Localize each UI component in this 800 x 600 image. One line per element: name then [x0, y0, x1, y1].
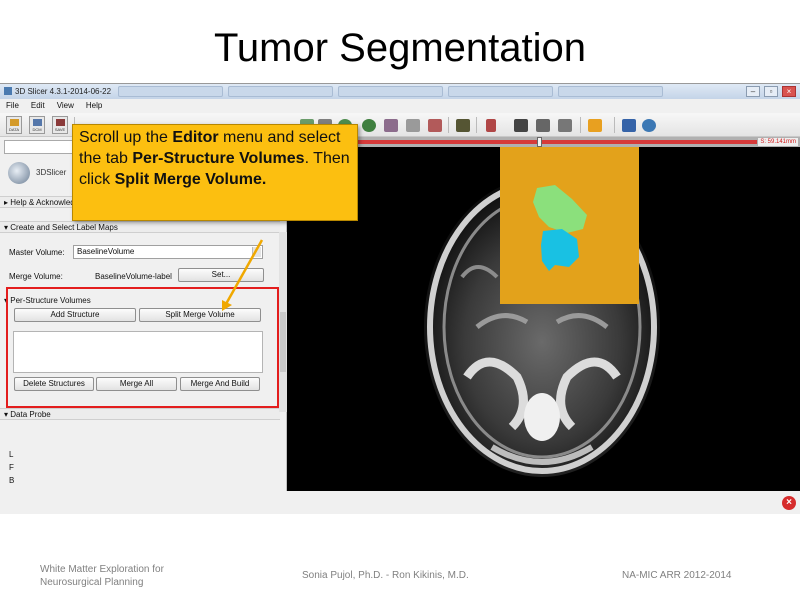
mouse-mode-icon[interactable] — [588, 119, 602, 132]
browser-tab[interactable] — [448, 86, 553, 97]
toolbar-icon[interactable] — [428, 119, 442, 132]
highlight-box — [6, 287, 279, 408]
slide-title: Tumor Segmentation — [213, 26, 587, 70]
slicer-app-icon — [4, 87, 12, 95]
chevron-down-icon — [252, 247, 261, 257]
master-volume-label: Master Volume: — [9, 248, 65, 257]
menu-edit[interactable]: Edit — [31, 99, 45, 113]
data-probe-section-header[interactable]: ▾ Data Probe — [0, 408, 280, 420]
dicom-icon — [33, 119, 42, 126]
probe-letters: L F B — [9, 448, 14, 487]
screenshot-icon[interactable] — [514, 119, 528, 132]
axial-slice-view[interactable] — [287, 147, 800, 491]
browser-tab[interactable] — [228, 86, 333, 97]
footer-left: White Matter Exploration for Neurosurgic… — [40, 563, 164, 589]
extension-icon[interactable] — [622, 119, 636, 132]
menu-file[interactable]: File — [6, 99, 19, 113]
mri-brain-image — [424, 147, 660, 477]
footer-right: NA-MIC ARR 2012-2014 — [622, 570, 732, 581]
callout-bold-split-merge: Split Merge Volume. — [114, 171, 267, 188]
layout-icon[interactable] — [456, 119, 470, 132]
toolbar-icon[interactable] — [558, 119, 572, 132]
set-merge-volume-button[interactable]: Set... — [178, 268, 264, 282]
menu-view[interactable]: View — [57, 99, 74, 113]
browser-tab[interactable] — [118, 86, 223, 97]
probe-letter-l: L — [9, 450, 14, 459]
footer-left-line2: Neurosurgical Planning — [40, 577, 144, 588]
data-probe-label: Data Probe — [10, 410, 51, 419]
toolbar-icon[interactable] — [406, 119, 420, 132]
scrollbar-thumb[interactable] — [280, 312, 286, 372]
merge-volume-value: BaselineVolume-label — [95, 272, 172, 281]
minimize-button[interactable]: – — [746, 86, 760, 97]
callout-bold-editor: Editor — [172, 129, 219, 146]
footer-center: Sonia Pujol, Ph.D. - Ron Kikinis, M.D. — [302, 570, 469, 581]
label-maps-section-label: Create and Select Label Maps — [10, 223, 118, 232]
maximize-button[interactable]: ▫ — [764, 86, 778, 97]
toolbar-separator — [614, 117, 615, 133]
master-volume-select[interactable]: BaselineVolume — [73, 245, 263, 259]
load-dicom-button[interactable]: DCM — [29, 116, 45, 134]
crosshair-icon[interactable] — [486, 119, 496, 132]
probe-letter-f: F — [9, 463, 14, 472]
folder-icon — [10, 119, 19, 126]
browser-tab[interactable] — [338, 86, 443, 97]
toolbar-separator — [476, 117, 477, 133]
toolbar-separator — [448, 117, 449, 133]
save-icon — [56, 119, 65, 126]
window-titlebar: 3D Slicer 4.3.1-2014-06-22 – ▫ × — [0, 84, 800, 99]
instruction-callout: Scroll up the Editor menu and select the… — [72, 124, 358, 221]
slider-handle[interactable] — [537, 137, 542, 147]
close-icon[interactable]: × — [782, 496, 796, 510]
status-area — [0, 491, 800, 514]
menu-help[interactable]: Help — [86, 99, 102, 113]
slicer-logo-icon — [8, 162, 30, 184]
merge-volume-label: Merge Volume: — [9, 272, 63, 281]
close-button[interactable]: × — [782, 86, 796, 97]
toolbar-icon[interactable] — [362, 119, 376, 132]
load-data-button[interactable]: DATA — [6, 116, 22, 134]
toolbar-separator — [580, 117, 581, 133]
save-button[interactable]: SAVE — [52, 116, 68, 134]
label-maps-section-header[interactable]: ▾ Create and Select Label Maps — [0, 221, 280, 233]
window-title: 3D Slicer 4.3.1-2014-06-22 — [15, 87, 112, 96]
callout-text-1: Scroll up the — [79, 129, 173, 146]
save-label: SAVE — [54, 127, 66, 132]
toolbar-icon[interactable] — [536, 119, 550, 132]
toolbar-icon[interactable] — [384, 119, 398, 132]
load-data-label: DATA — [8, 127, 20, 132]
footer-left-line1: White Matter Exploration for — [40, 564, 164, 575]
logo-text: 3DSlicer — [36, 168, 67, 177]
menu-bar: File Edit View Help — [0, 99, 800, 113]
load-dicom-label: DCM — [32, 127, 42, 132]
probe-letter-b: B — [9, 476, 15, 485]
callout-bold-per-structure: Per-Structure Volumes — [132, 150, 305, 167]
slice-offset-slider[interactable]: S: 59.141mm — [287, 137, 800, 147]
slice-offset-value: S: 59.141mm — [758, 138, 798, 146]
module-selector[interactable] — [4, 140, 80, 154]
master-volume-value: BaselineVolume — [77, 247, 135, 256]
python-icon[interactable] — [642, 119, 656, 132]
browser-tab[interactable] — [558, 86, 663, 97]
module-panel-scrollbar[interactable] — [279, 232, 287, 412]
